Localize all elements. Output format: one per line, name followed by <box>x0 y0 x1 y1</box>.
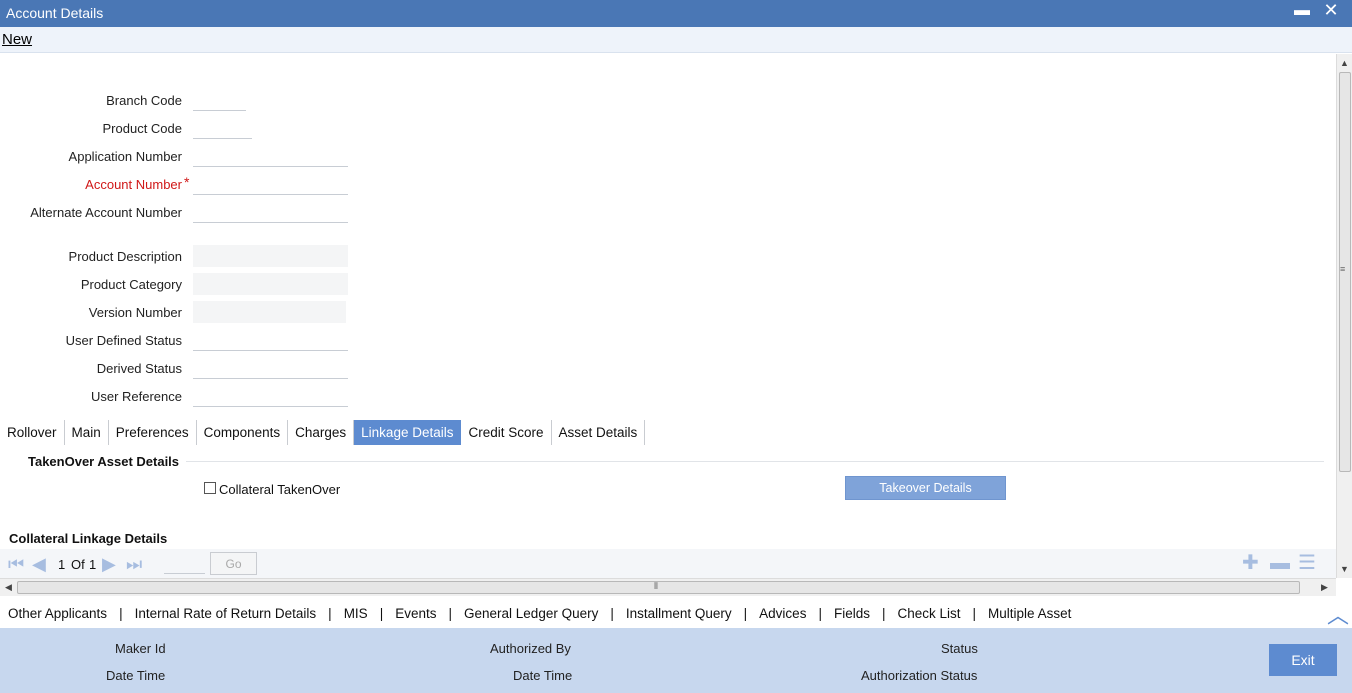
alternate-account-number-input[interactable] <box>193 201 348 223</box>
previous-page-icon[interactable]: ◀ <box>32 555 52 573</box>
subsystem-link-bar: Other Applicants | Internal Rate of Return… <box>0 596 1352 628</box>
product-category-label: Product Category <box>80 277 182 292</box>
link-general-ledger-query[interactable]: General Ledger Query <box>464 606 598 621</box>
product-description-input <box>193 245 348 267</box>
tab-rollover[interactable]: Rollover <box>0 420 65 445</box>
grid-pager: ⏮ ◀ 1 Of 1 ▶ ⏭ Go ✚ ▬ ☰ <box>0 549 1336 578</box>
branch-code-input[interactable] <box>193 89 246 111</box>
account-number-label: Account Number <box>85 177 182 192</box>
user-reference-input[interactable] <box>193 385 348 407</box>
application-number-label: Application Number <box>68 149 182 164</box>
product-code-input[interactable] <box>193 117 252 139</box>
maker-id-label: Maker Id <box>115 641 166 656</box>
tab-strip: Rollover Main Preferences Components Cha… <box>0 420 646 445</box>
pager-of-label: Of <box>71 557 85 572</box>
link-fields[interactable]: Fields <box>834 606 870 621</box>
required-marker: * <box>184 174 190 190</box>
user-defined-status-label: User Defined Status <box>65 333 182 348</box>
link-advices[interactable]: Advices <box>759 606 806 621</box>
link-mis[interactable]: MIS <box>344 606 368 621</box>
action-toolbar: New <box>0 27 1352 53</box>
product-description-label: Product Description <box>68 249 182 264</box>
main-content: Branch Code Product Code Application Num… <box>0 54 1336 578</box>
window-title: Account Details <box>6 5 104 21</box>
takeover-details-button[interactable]: Takeover Details <box>845 476 1006 500</box>
derived-status-label: Derived Status <box>96 361 182 376</box>
status-label: Status <box>941 641 978 656</box>
pager-current: 1 <box>58 557 66 572</box>
scroll-left-icon[interactable]: ◀ <box>5 582 12 593</box>
pager-total: 1 <box>89 557 97 572</box>
scroll-up-icon[interactable]: ▲ <box>1340 58 1349 68</box>
horizontal-scroll-thumb[interactable] <box>17 581 1300 594</box>
audit-footer: Maker Id Date Time Authorized By Date Ti… <box>0 628 1352 693</box>
chevron-up-icon[interactable]: ︿ <box>1327 598 1349 630</box>
link-multiple-asset[interactable]: Multiple Asset <box>988 606 1071 621</box>
minimize-icon[interactable]: ▬ <box>1292 2 1312 24</box>
single-view-icon[interactable]: ☰ <box>1298 553 1316 573</box>
link-other-applicants[interactable]: Other Applicants <box>8 606 107 621</box>
tab-charges[interactable]: Charges <box>288 420 355 445</box>
user-defined-status-input[interactable] <box>193 329 348 351</box>
authorized-by-label: Authorized By <box>490 641 571 656</box>
tab-asset-details[interactable]: Asset Details <box>552 420 646 445</box>
maker-date-time-label: Date Time <box>106 668 166 683</box>
next-page-icon[interactable]: ▶ <box>102 555 122 573</box>
alternate-account-number-label: Alternate Account Number <box>30 205 182 220</box>
account-number-input[interactable] <box>193 173 348 195</box>
add-row-icon[interactable]: ✚ <box>1242 553 1259 573</box>
horizontal-scrollbar[interactable]: ◀ ⦀ ▶ <box>0 578 1336 596</box>
link-installment-query[interactable]: Installment Query <box>626 606 732 621</box>
window-titlebar: Account Details ▬ ✕ <box>0 0 1352 27</box>
vertical-scrollbar[interactable]: ▲ ≡ ▼ <box>1336 54 1352 578</box>
new-link[interactable]: New <box>2 31 32 48</box>
product-code-label: Product Code <box>102 121 183 136</box>
link-internal-rate-of-return[interactable]: Internal Rate of Return Details <box>135 606 317 621</box>
authorization-status-label: Authorization Status <box>861 668 978 683</box>
scroll-grip-icon: ≡ <box>1340 264 1346 274</box>
version-number-label: Version Number <box>88 305 182 320</box>
close-icon[interactable]: ✕ <box>1321 0 1341 22</box>
tab-preferences[interactable]: Preferences <box>109 420 197 445</box>
link-check-list[interactable]: Check List <box>898 606 961 621</box>
collateral-takenover-checkbox[interactable] <box>204 482 216 494</box>
tab-main[interactable]: Main <box>65 420 109 445</box>
user-reference-label: User Reference <box>90 389 182 404</box>
checker-date-time-label: Date Time <box>513 668 573 683</box>
last-page-icon[interactable]: ⏭ <box>126 555 146 573</box>
page-number-input[interactable] <box>164 553 205 574</box>
tab-credit-score[interactable]: Credit Score <box>461 420 552 445</box>
exit-button[interactable]: Exit <box>1269 644 1337 676</box>
takeover-section-title: TakenOver Asset Details <box>28 454 180 469</box>
scroll-down-icon[interactable]: ▼ <box>1340 564 1349 574</box>
collateral-section-title: Collateral Linkage Details <box>9 531 168 546</box>
tab-components[interactable]: Components <box>197 420 289 445</box>
scroll-grip-icon: ⦀ <box>654 581 658 591</box>
section-divider <box>186 461 1324 462</box>
product-category-input <box>193 273 348 295</box>
branch-code-label: Branch Code <box>106 93 182 108</box>
first-page-icon[interactable]: ⏮ <box>8 555 28 573</box>
derived-status-input[interactable] <box>193 357 348 379</box>
link-events[interactable]: Events <box>395 606 436 621</box>
tab-linkage-details[interactable]: Linkage Details <box>354 420 462 445</box>
scroll-right-icon[interactable]: ▶ <box>1321 582 1328 593</box>
collateral-takenover-label: Collateral TakenOver <box>219 482 341 497</box>
delete-row-icon[interactable]: ▬ <box>1270 553 1290 573</box>
application-number-input[interactable] <box>193 145 348 167</box>
version-number-input <box>193 301 346 323</box>
go-button[interactable]: Go <box>210 552 257 575</box>
